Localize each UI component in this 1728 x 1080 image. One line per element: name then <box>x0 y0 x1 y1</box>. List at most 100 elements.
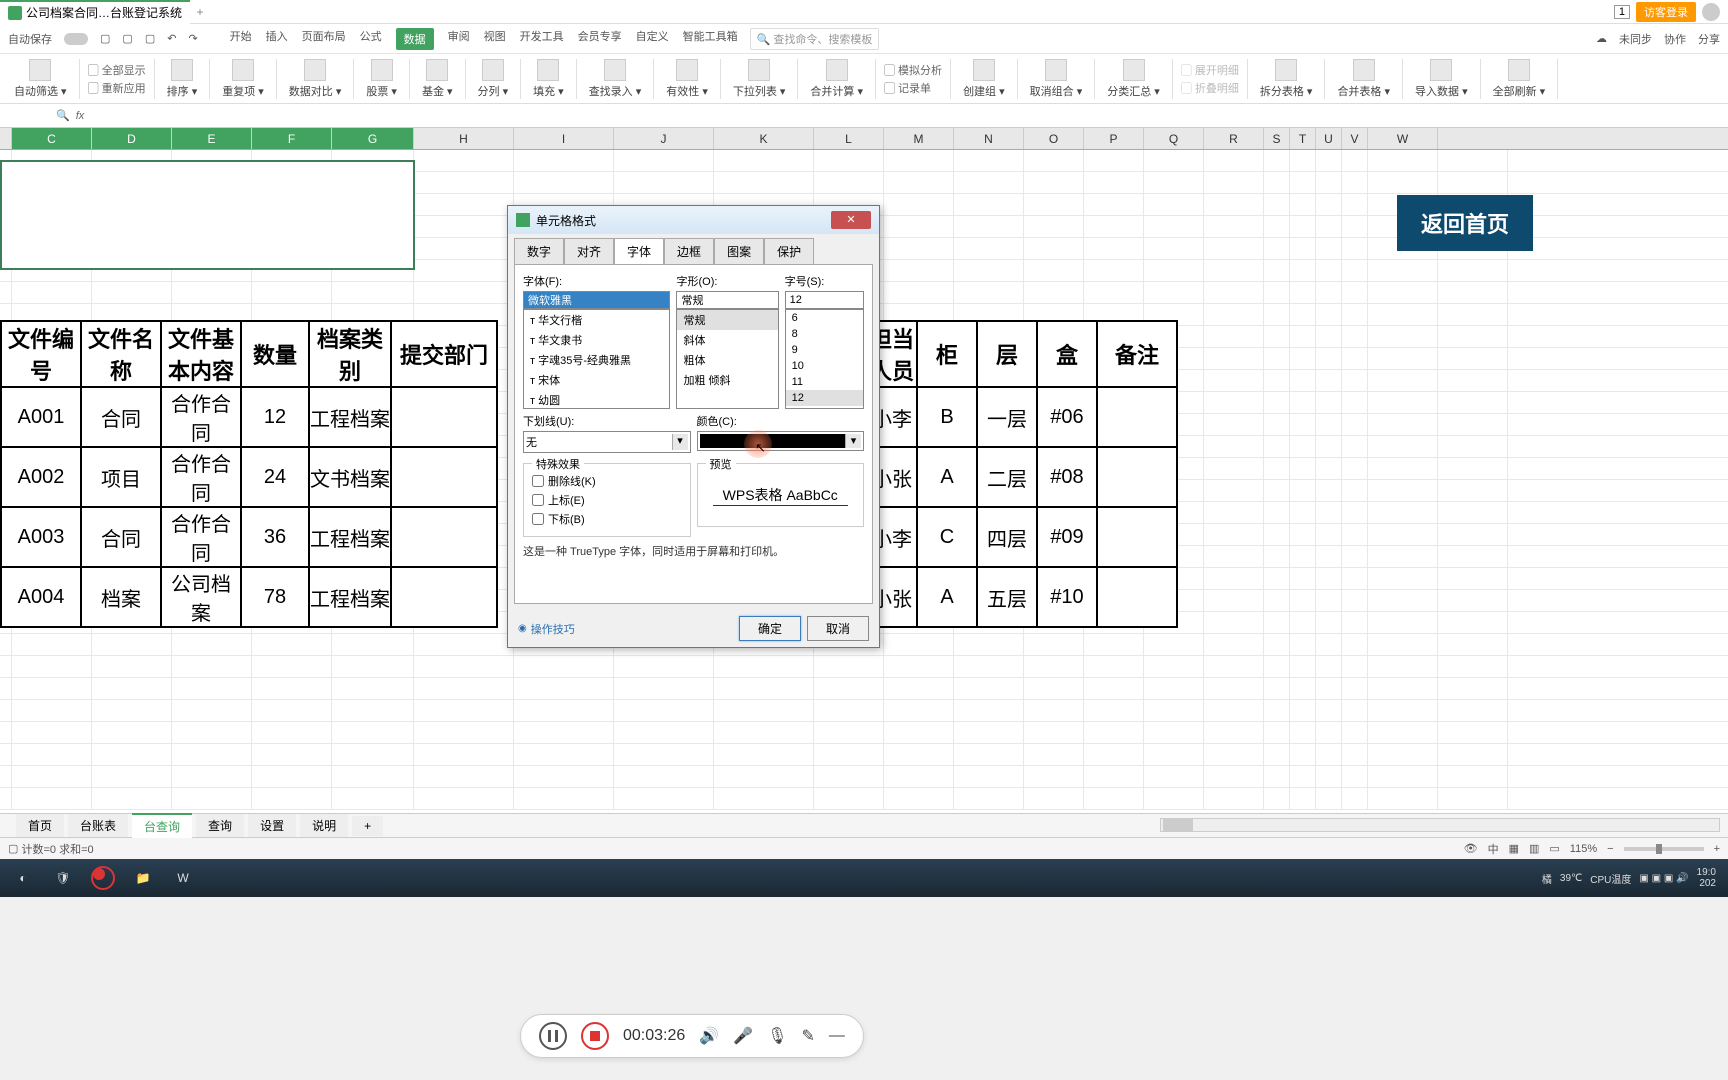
size-input[interactable] <box>785 291 864 309</box>
column-header-F[interactable]: F <box>252 128 332 149</box>
zoom-out-button[interactable]: − <box>1607 843 1613 855</box>
column-header-I[interactable]: I <box>514 128 614 149</box>
list-item[interactable]: ᴛ 宋体 <box>524 370 669 390</box>
table-cell[interactable]: 78 <box>241 567 309 627</box>
column-header-K[interactable]: K <box>714 128 814 149</box>
style-input[interactable] <box>676 291 778 309</box>
reading-view-icon[interactable]: ▭ <box>1549 842 1559 855</box>
ribbon-排序[interactable]: 排序 ▾ <box>159 59 206 99</box>
grid-view-icon[interactable]: ▦ <box>1509 842 1519 855</box>
table-cell[interactable]: 合作合同 <box>161 507 241 567</box>
table-cell[interactable] <box>1097 447 1177 507</box>
tips-link[interactable]: 操作技巧 <box>518 621 575 637</box>
column-header-O[interactable]: O <box>1024 128 1084 149</box>
explorer-icon[interactable]: 📁 <box>124 863 162 893</box>
ribbon-有效性[interactable]: 有效性 ▾ <box>658 59 716 99</box>
menu-会员专享[interactable]: 会员专享 <box>578 28 622 50</box>
superscript-checkbox[interactable]: 上标(E) <box>532 492 682 508</box>
zoom-slider[interactable] <box>1624 847 1704 851</box>
undo-icon[interactable]: ↶ <box>167 32 176 45</box>
table-cell[interactable]: 公司档案 <box>161 567 241 627</box>
dialog-tab-对齐[interactable]: 对齐 <box>564 238 614 264</box>
strike-checkbox[interactable]: 删除线(K) <box>532 473 682 489</box>
column-header-D[interactable]: D <box>92 128 172 149</box>
sync-icon[interactable]: ☁ <box>1596 32 1607 45</box>
ribbon-分列[interactable]: 分列 ▾ <box>470 59 517 99</box>
table-cell[interactable]: 四层 <box>977 507 1037 567</box>
ribbon-small[interactable]: ▢ 全部显示▢ 重新应用 <box>84 62 150 96</box>
share-label[interactable]: 分享 <box>1698 31 1720 47</box>
menu-视图[interactable]: 视图 <box>484 28 506 50</box>
table-cell[interactable]: 五层 <box>977 567 1037 627</box>
stop-button[interactable] <box>581 1022 609 1050</box>
table-cell[interactable]: 一层 <box>977 387 1037 447</box>
collab-label[interactable]: 协作 <box>1664 31 1686 47</box>
sheet-tab-台查询[interactable]: 台查询 <box>132 813 192 838</box>
menu-页面布局[interactable]: 页面布局 <box>302 28 346 50</box>
list-item[interactable]: 常规 <box>677 310 777 330</box>
ribbon-基金[interactable]: 基金 ▾ <box>414 59 461 99</box>
dialog-tab-数字[interactable]: 数字 <box>514 238 564 264</box>
table-cell[interactable]: A <box>917 567 977 627</box>
column-header-U[interactable]: U <box>1316 128 1342 149</box>
table-cell[interactable]: 工程档案 <box>309 567 391 627</box>
add-sheet-button[interactable]: + <box>352 816 383 836</box>
ribbon-自动筛选[interactable]: 自动筛选 ▾ <box>6 59 75 99</box>
list-item[interactable]: 10 <box>786 358 863 374</box>
font-list[interactable]: ᴛ 华文行楷ᴛ 华文隶书ᴛ 字魂35号-经典雅黑ᴛ 宋体ᴛ 幼圆ᴛ 微软雅黑 <box>523 309 670 409</box>
table-cell[interactable]: 工程档案 <box>309 507 391 567</box>
table-cell[interactable] <box>391 387 497 447</box>
dialog-tab-保护[interactable]: 保护 <box>764 238 814 264</box>
column-header-Q[interactable]: Q <box>1144 128 1204 149</box>
table-cell[interactable] <box>391 567 497 627</box>
zoom-in-button[interactable]: + <box>1714 843 1720 855</box>
column-header-R[interactable]: R <box>1204 128 1264 149</box>
ime-icon[interactable]: 中 <box>1488 841 1499 857</box>
ribbon-取消组合[interactable]: 取消组合 ▾ <box>1022 59 1091 99</box>
ribbon-分类汇总[interactable]: 分类汇总 ▾ <box>1099 59 1168 99</box>
ok-button[interactable]: 确定 <box>739 616 801 641</box>
table-cell[interactable]: A002 <box>1 447 81 507</box>
column-header-H[interactable]: H <box>414 128 514 149</box>
column-header-N[interactable]: N <box>954 128 1024 149</box>
column-header-J[interactable]: J <box>614 128 714 149</box>
list-item[interactable]: ᴛ 华文行楷 <box>524 310 669 330</box>
table-cell[interactable]: #08 <box>1037 447 1097 507</box>
table-cell[interactable]: C <box>917 507 977 567</box>
ribbon-填充[interactable]: 填充 ▾ <box>525 59 572 99</box>
list-item[interactable]: ᴛ 华文隶书 <box>524 330 669 350</box>
table-cell[interactable]: 二层 <box>977 447 1037 507</box>
record-app-icon[interactable] <box>84 863 122 893</box>
minimize-icon[interactable]: — <box>829 1027 845 1045</box>
ribbon-股票[interactable]: 股票 ▾ <box>358 59 405 99</box>
list-item[interactable]: 8 <box>786 326 863 342</box>
table-cell[interactable] <box>1097 567 1177 627</box>
size-list[interactable]: 689101112 <box>785 309 864 409</box>
dialog-tab-字体[interactable]: 字体 <box>614 238 664 264</box>
pen-icon[interactable]: ✎ <box>801 1026 814 1046</box>
autosave-toggle[interactable] <box>64 33 88 45</box>
table-cell[interactable]: 24 <box>241 447 309 507</box>
table-cell[interactable]: 合同 <box>81 507 161 567</box>
page-view-icon[interactable]: ▥ <box>1529 842 1539 855</box>
list-item[interactable]: 9 <box>786 342 863 358</box>
menu-开发工具[interactable]: 开发工具 <box>520 28 564 50</box>
table-cell[interactable]: #06 <box>1037 387 1097 447</box>
column-header-S[interactable]: S <box>1264 128 1290 149</box>
menu-插入[interactable]: 插入 <box>266 28 288 50</box>
column-header-T[interactable]: T <box>1290 128 1316 149</box>
ribbon-查找录入[interactable]: 查找录入 ▾ <box>581 59 650 99</box>
list-item[interactable]: 12 <box>786 390 863 406</box>
menu-公式[interactable]: 公式 <box>360 28 382 50</box>
save-icon[interactable]: ▢ <box>100 32 110 45</box>
table-cell[interactable]: 工程档案 <box>309 387 391 447</box>
sheet-tab-查询[interactable]: 查询 <box>196 814 244 837</box>
column-header-G[interactable]: G <box>332 128 414 149</box>
table-cell[interactable]: 合作合同 <box>161 447 241 507</box>
print-icon[interactable]: ▢ <box>122 32 132 45</box>
search-cell-icon[interactable]: 🔍 <box>56 109 70 122</box>
column-header-V[interactable]: V <box>1342 128 1368 149</box>
shield-icon[interactable]: 🛡 <box>44 863 82 893</box>
table-cell[interactable]: A <box>917 447 977 507</box>
sheet-tab-首页[interactable]: 首页 <box>16 814 64 837</box>
